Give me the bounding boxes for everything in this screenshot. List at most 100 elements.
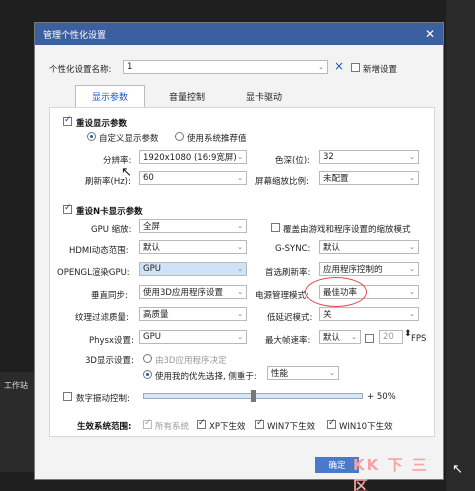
scope-win10-label: WIN10下生效	[339, 422, 393, 432]
reset-nvidia-checkbox[interactable]	[63, 203, 72, 214]
opengl-label: OPENGL渲染GPU:	[57, 268, 130, 278]
scope-win10-checkbox[interactable]	[327, 418, 336, 429]
preferred-refresh-value: 应用程序控制的	[323, 265, 383, 275]
chevron-down-icon: ⌄	[409, 153, 415, 161]
profile-select[interactable]: 1 ⌄	[123, 60, 328, 74]
title-bar: 管理个性化设置 ✕	[35, 23, 443, 45]
tab-display[interactable]: 显示参数	[75, 85, 145, 107]
gpu-scaling-label: GPU 缩放:	[91, 225, 132, 235]
profile-value: 1	[127, 62, 133, 72]
background-label: 工作站	[4, 381, 28, 390]
d3-radio-pref[interactable]	[143, 370, 152, 379]
chevron-down-icon: ⌄	[318, 63, 324, 71]
scope-xp-checkbox[interactable]	[197, 418, 206, 429]
chevron-down-icon: ⌄	[237, 222, 243, 230]
chevron-down-icon: ⌄	[237, 243, 243, 251]
chevron-down-icon: ⌄	[237, 310, 243, 318]
chevron-down-icon: ⌄	[237, 333, 243, 341]
scope-win7-label: WIN7下生效	[267, 422, 316, 432]
scope-all-label: 所有系统	[155, 422, 190, 432]
close-icon[interactable]: ✕	[425, 27, 435, 41]
refresh-value: 60	[143, 173, 154, 183]
color-depth-select[interactable]: 32 ⌄	[319, 150, 419, 164]
d3-radio-app[interactable]	[143, 354, 152, 363]
chevron-down-icon: ⌄	[409, 288, 415, 296]
radio-custom[interactable]	[87, 132, 96, 141]
vsync-select[interactable]: 使用3D应用程序设置 ⌄	[139, 285, 247, 299]
texture-value: 高质量	[143, 310, 169, 320]
chevron-down-icon: ⌄	[237, 265, 243, 273]
profile-label: 个性化设置名称:	[49, 65, 112, 75]
max-fps-label: 最大帧速率:	[265, 336, 311, 346]
gsync-select[interactable]: 默认 ⌄	[319, 240, 419, 254]
color-depth-value: 32	[323, 152, 334, 162]
color-depth-label: 色深(位):	[275, 156, 310, 166]
power-label: 电源管理模式:	[255, 291, 309, 301]
fps-unit: FPS	[411, 334, 427, 344]
physx-select[interactable]: GPU ⌄	[139, 330, 247, 344]
gpu-scaling-select[interactable]: 全屏 ⌄	[139, 219, 247, 233]
texture-select[interactable]: 高质量 ⌄	[139, 307, 247, 321]
preferred-refresh-select[interactable]: 应用程序控制的 ⌄	[319, 262, 419, 276]
low-latency-label: 低延迟模式:	[267, 313, 313, 323]
scope-all-checkbox[interactable]	[143, 418, 152, 429]
tab-volume[interactable]: 音量控制	[149, 85, 225, 107]
new-setting-label: 新增设置	[363, 65, 398, 75]
tab-driver[interactable]: 显卡驱动	[229, 85, 299, 107]
d3-radio-app-label: 由3D应用程序决定	[155, 356, 227, 366]
vsync-label: 垂直同步:	[91, 291, 128, 301]
scope-label: 生效系统范围:	[77, 422, 132, 432]
low-latency-value: 关	[323, 310, 332, 320]
override-scaling-checkbox[interactable]	[271, 223, 280, 232]
vibrance-label: 数字振动控制:	[76, 394, 130, 404]
vibrance-slider-thumb[interactable]	[251, 390, 256, 402]
vibrance-value: + 50%	[367, 392, 396, 402]
preferred-refresh-label: 首选刷新率:	[265, 268, 311, 278]
reset-nvidia-label: 重设N卡显示参数	[76, 207, 143, 217]
gsync-label: G-SYNC:	[275, 244, 311, 254]
low-latency-select[interactable]: 关 ⌄	[319, 307, 419, 321]
max-fps-mode-value: 默认	[323, 333, 341, 343]
mouse-cursor-icon: ↖	[452, 462, 463, 477]
resolution-select[interactable]: 1920x1080 (16:9宽屏) ⌄	[139, 150, 247, 164]
gpu-scaling-value: 全屏	[143, 222, 161, 232]
opengl-select[interactable]: GPU ⌄	[139, 262, 247, 276]
hdmi-label: HDMI动态范围:	[69, 246, 129, 256]
texture-label: 纹理过滤质量:	[75, 313, 129, 323]
physx-label: Physx设置:	[89, 336, 134, 346]
chevron-down-icon: ⌄	[351, 333, 357, 341]
reset-display-checkbox[interactable]	[63, 115, 72, 126]
d3-radio-pref-label: 使用我的优先选择, 侧重于:	[155, 372, 257, 382]
override-scaling-label: 覆盖由游戏和程序设置的缩放模式	[283, 225, 411, 235]
max-fps-input[interactable]: 20	[379, 330, 403, 344]
d3-pref-select[interactable]: 性能 ⌄	[267, 366, 339, 380]
hdmi-select[interactable]: 默认 ⌄	[139, 240, 247, 254]
d3-pref-value: 性能	[271, 369, 289, 379]
new-setting-checkbox[interactable]	[351, 63, 360, 72]
chevron-down-icon: ⌄	[409, 243, 415, 251]
chevron-down-icon: ⌄	[409, 310, 415, 318]
scaling-value: 未配置	[323, 174, 349, 184]
physx-value: GPU	[143, 332, 161, 342]
max-fps-value: 20	[383, 332, 394, 342]
delete-icon[interactable]: ×	[334, 59, 344, 73]
scope-xp-label: XP下生效	[209, 422, 246, 432]
scaling-select[interactable]: 未配置 ⌄	[319, 171, 419, 185]
scaling-label: 屏幕缩放比例:	[255, 177, 309, 187]
gsync-value: 默认	[323, 243, 341, 253]
chevron-down-icon: ⌄	[329, 369, 335, 377]
radio-recommended-label: 使用系统推荐值	[187, 134, 247, 144]
scope-win7-checkbox[interactable]	[255, 418, 264, 429]
refresh-select[interactable]: 60 ⌄	[139, 171, 247, 185]
personalization-dialog: 管理个性化设置 ✕ 个性化设置名称: 1 ⌄ × 新增设置 显示参数 音量控制 显…	[34, 22, 444, 491]
max-fps-mode-select[interactable]: 默认 ⌄	[319, 330, 361, 344]
vibrance-checkbox[interactable]	[63, 392, 72, 401]
chevron-down-icon: ⌄	[409, 265, 415, 273]
chevron-down-icon: ⌄	[237, 153, 243, 161]
resolution-value: 1920x1080 (16:9宽屏)	[143, 153, 237, 163]
hdmi-value: 默认	[143, 243, 161, 253]
radio-recommended[interactable]	[175, 132, 184, 141]
d3-label: 3D显示设置:	[85, 356, 134, 366]
opengl-value: GPU	[143, 264, 161, 274]
max-fps-checkbox[interactable]	[365, 334, 374, 343]
